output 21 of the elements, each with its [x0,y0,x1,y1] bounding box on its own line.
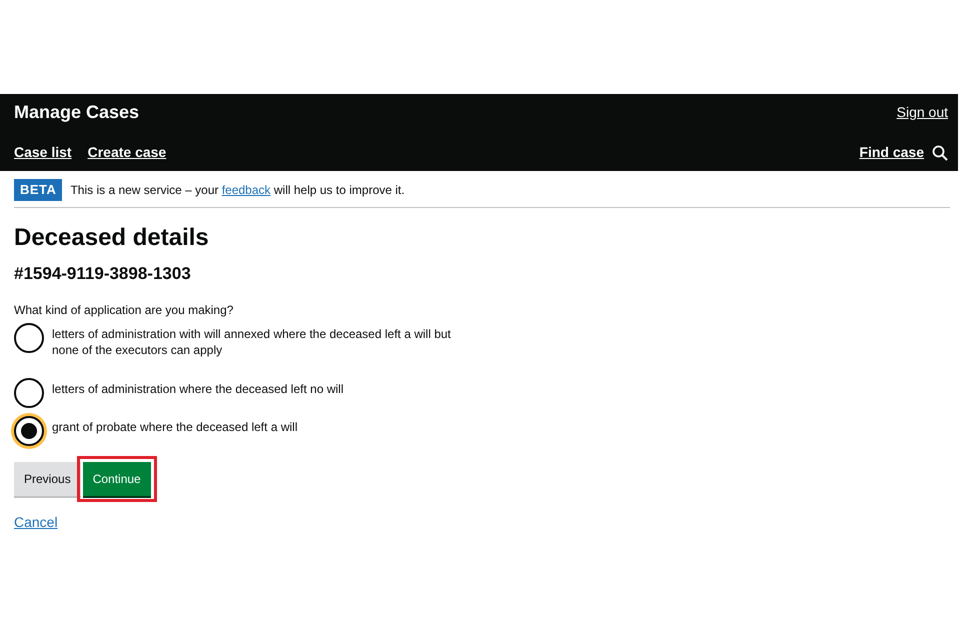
nav-link[interactable]: Create case [88,142,166,163]
nav-link[interactable]: Case list [14,142,72,163]
sign-out-link[interactable]: Sign out [896,102,948,123]
case-number: #1594-9119-3898-1303 [14,264,192,285]
search-icon[interactable] [932,144,948,160]
radio-button[interactable] [14,378,44,408]
service-title: Manage Cases [14,101,140,124]
beta-tag: BETA [14,179,62,200]
cancel-link[interactable]: Cancel [14,512,58,533]
radio-button[interactable] [14,322,44,353]
option-label: letters of administration with will annexed where the deceased left a will but none of the executors can apply [52,326,452,358]
page-heading: Deceased details [14,224,210,252]
radio-button[interactable] [14,416,44,446]
option-label: grant of probate where the deceased left a will [52,418,298,435]
beta-message: This is a new service – your feedback will help us to improve it. [70,182,405,199]
feedback-link[interactable]: feedback [222,182,271,197]
previous-button[interactable]: Previous [14,462,81,496]
question-label: What kind of application are you making? [14,302,234,319]
option-label: letters of administration where the deceased left no will [52,380,344,397]
find-case-link[interactable]: Find case [859,142,924,163]
continue-button[interactable]: Continue [82,462,151,496]
